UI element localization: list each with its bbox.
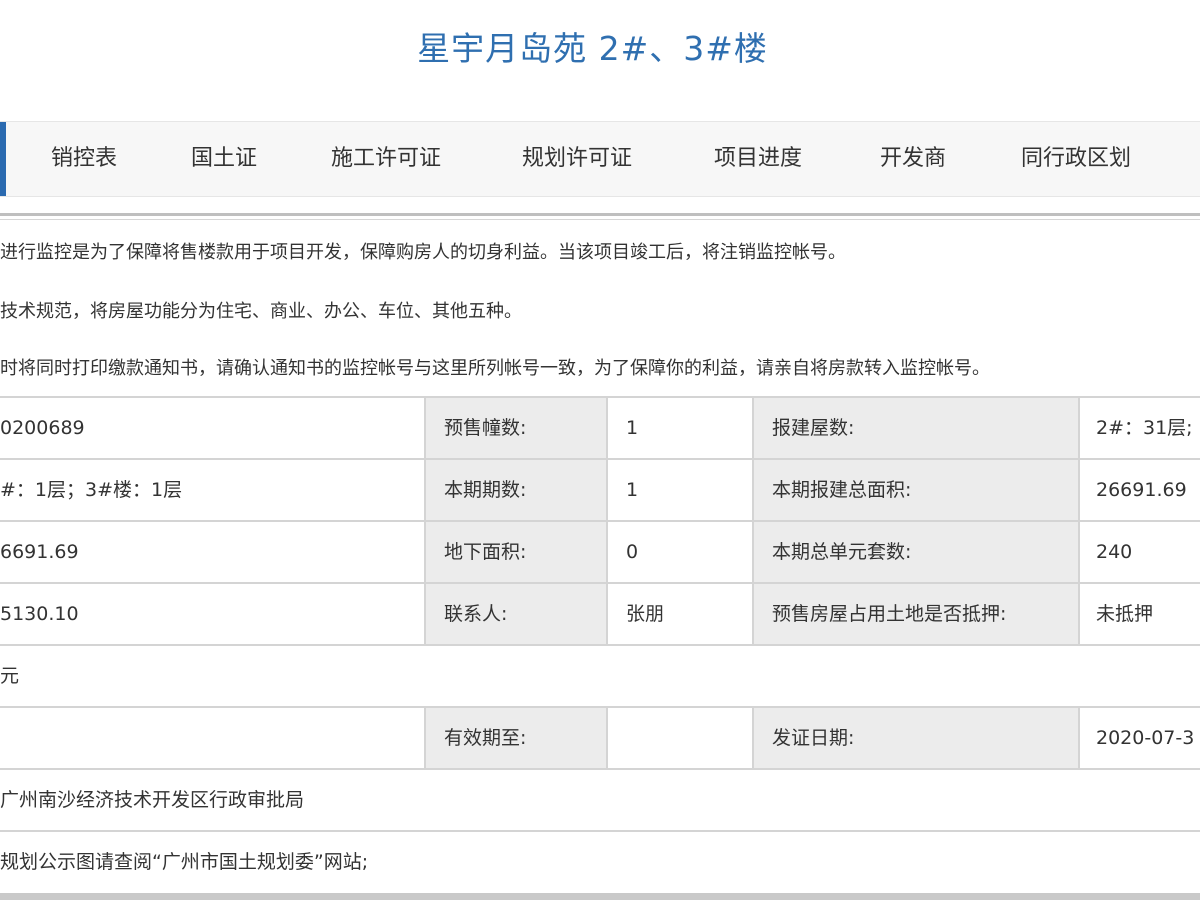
table-label: 发证日期: (752, 708, 1080, 768)
table-cell: 0 (626, 541, 639, 563)
unit-row: 元 (0, 665, 20, 687)
table-cell (608, 708, 752, 768)
table-cell: 未抵押 (1078, 584, 1200, 644)
table-label: 预售幢数: (424, 398, 608, 458)
tab-planning-permit[interactable]: 规划许可证 (522, 122, 632, 196)
table-cell: 6691.69 (0, 541, 79, 563)
table-cell: 0200689 (0, 417, 85, 439)
info-note: 技术规范，将房屋功能分为住宅、商业、办公、车位、其他五种。 (0, 301, 522, 322)
section-divider (0, 213, 1200, 216)
table-label: 预售房屋占用土地是否抵押: (752, 584, 1080, 644)
table-label: 本期期数: (424, 460, 608, 520)
section-divider-thin (0, 219, 1200, 220)
info-note: 时将同时打印缴款通知书，请确认通知书的监控帐号与这里所列帐号一致，为了保障你的利… (0, 358, 990, 379)
tab-developer[interactable]: 开发商 (880, 122, 946, 196)
tab-accent (0, 122, 6, 196)
table-cell: 2#：31层; (1078, 398, 1200, 458)
table-label: 报建屋数: (752, 398, 1080, 458)
tab-bar: 销控表 国土证 施工许可证 规划许可证 项目进度 开发商 同行政区划 (0, 121, 1200, 197)
table-cell: 1 (626, 417, 639, 439)
table-label: 联系人: (424, 584, 608, 644)
tab-sales-control[interactable]: 销控表 (51, 122, 117, 196)
table-cell: 1 (626, 479, 639, 501)
tab-construction-permit[interactable]: 施工许可证 (331, 122, 441, 196)
tab-same-district[interactable]: 同行政区划 (1021, 122, 1131, 196)
table-label: 本期报建总面积: (752, 460, 1080, 520)
issuing-authority: 广州南沙经济技术开发区行政审批局 (0, 789, 305, 811)
table-cell: 240 (1078, 522, 1200, 582)
footer-divider (0, 893, 1200, 900)
table-label: 本期总单元套数: (752, 522, 1080, 582)
table-cell: 26691.69 (1078, 460, 1200, 520)
table-label: 地下面积: (424, 522, 608, 582)
table-cell: 5130.10 (0, 603, 79, 625)
info-note: 进行监控是为了保障将售楼款用于项目开发，保障购房人的切身利益。当该项目竣工后，将… (0, 242, 846, 263)
tab-land-certificate[interactable]: 国土证 (191, 122, 257, 196)
table-cell: #：1层；3#楼：1层 (0, 479, 183, 501)
table-cell (0, 708, 424, 768)
page-title: 星宇月岛苑 2#、3#楼 (417, 29, 768, 68)
table-label: 有效期至: (424, 708, 608, 768)
table-cell: 2020-07-3 (1078, 708, 1200, 768)
tab-project-progress[interactable]: 项目进度 (714, 122, 802, 196)
presale-info-table: 0200689 预售幢数: 1 报建屋数: 2#：31层; #：1层；3#楼：1… (0, 396, 1200, 892)
table-cell: 张朋 (626, 603, 665, 625)
planning-note: 规划公示图请查阅“广州市国土规划委”网站; (0, 851, 369, 873)
